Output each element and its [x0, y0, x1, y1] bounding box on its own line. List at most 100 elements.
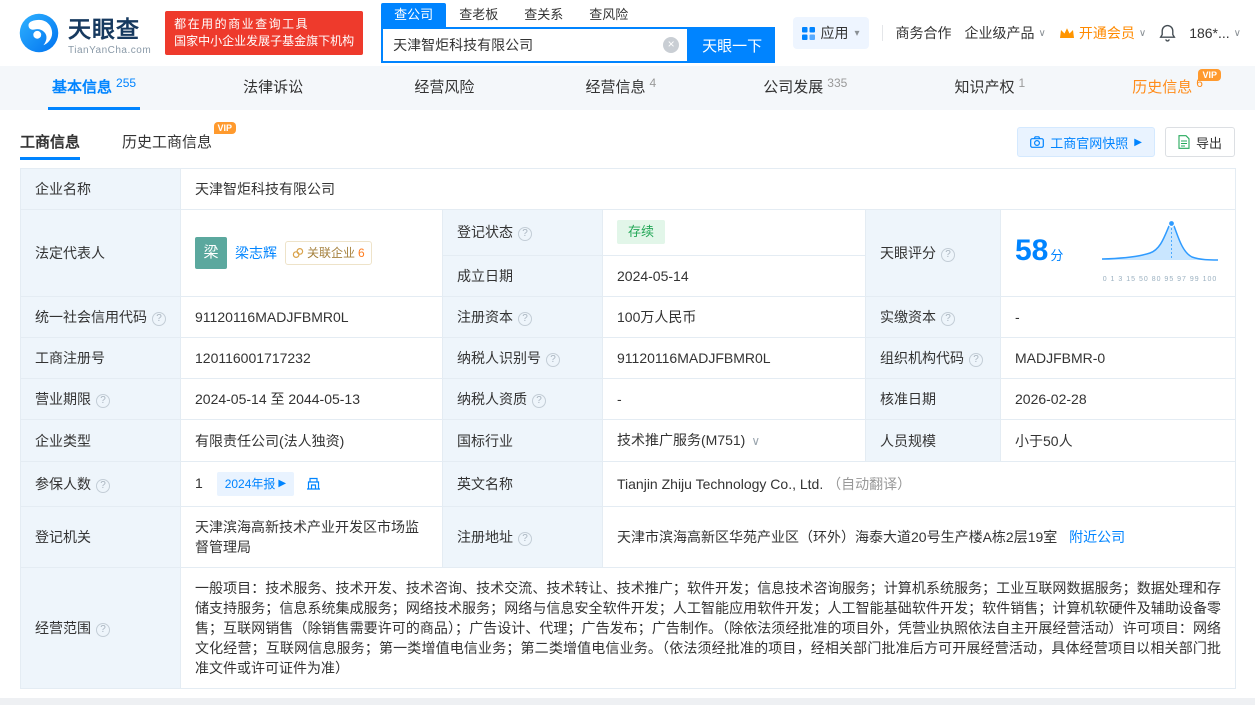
value-establish-date: 2024-05-14: [602, 254, 866, 298]
help-icon[interactable]: ?: [152, 312, 166, 326]
tab-operation-info[interactable]: 经营信息 4: [581, 66, 660, 110]
subtab-history-business-info[interactable]: 历史工商信息 VIP: [122, 121, 237, 164]
label-english-name: 英文名称: [442, 461, 603, 507]
account-phone-menu[interactable]: 186*... ∨: [1189, 25, 1241, 41]
value-company-type: 有限责任公司(法人独资): [180, 419, 443, 462]
camera-icon: [1030, 136, 1045, 148]
score-axis-labels: 0 1 3 15 50 80 95 97 99 100: [1102, 276, 1218, 283]
chevron-down-icon: ∨: [1038, 27, 1046, 39]
tab-label: 历史信息: [1132, 79, 1193, 96]
vip-upgrade-label: 开通会员: [1078, 25, 1135, 41]
help-icon[interactable]: ?: [96, 479, 110, 493]
value-industry[interactable]: 技术推广服务(M751) ∨: [602, 419, 866, 462]
tab-label: 经营风险: [414, 79, 475, 96]
search-tab-relation[interactable]: 查关系: [511, 3, 576, 27]
value-company-name: 天津智炬科技有限公司: [179, 168, 1237, 210]
search-button[interactable]: 天眼一下: [689, 27, 776, 63]
company-info-table: 企业名称 天津智炬科技有限公司 法定代表人 梁 梁志辉 关联企业 6 登记状态?…: [20, 168, 1237, 689]
search-tab-risk[interactable]: 查风险: [576, 3, 641, 27]
tab-basic-info[interactable]: 基本信息 255: [48, 66, 141, 110]
chevron-down-icon: ∨: [1138, 27, 1147, 39]
enterprise-product-link[interactable]: 企业级产品 ∨: [965, 23, 1046, 43]
nearby-companies-link[interactable]: 附近公司: [1069, 529, 1125, 545]
notification-bell-icon[interactable]: [1159, 24, 1176, 42]
value-insured-count: 1 2024年报 ▶: [180, 461, 443, 507]
value-score[interactable]: 58 分 0 1 3 15 50 80 95 97 99 100: [999, 209, 1237, 297]
enterprise-product-label: 企业级产品: [964, 25, 1035, 41]
help-icon[interactable]: ?: [518, 312, 532, 326]
help-icon[interactable]: ?: [518, 532, 532, 546]
label-company-name: 企业名称: [20, 168, 181, 210]
tab-intellectual-property[interactable]: 知识产权 1: [950, 66, 1029, 110]
label-industry: 国标行业: [442, 419, 603, 462]
apps-menu[interactable]: 应用 ▾: [792, 17, 869, 49]
logo-domain: TianYanCha.com: [68, 45, 152, 56]
apps-label: 应用: [820, 25, 849, 41]
clear-search-icon[interactable]: ×: [663, 37, 680, 53]
header-right-nav: 应用 ▾ 商务合作 企业级产品 ∨ 开通会员 ∨ 186*... ∨: [792, 17, 1241, 49]
tianyancha-logo-icon: [19, 13, 59, 53]
row-authority-address: 登记机关 天津滨海高新技术产业开发区市场监督管理局 注册地址? 天津市滨海高新区…: [20, 506, 1237, 568]
label-taxpayer-quality: 纳税人资质?: [442, 378, 603, 420]
chevron-down-icon[interactable]: ∨: [751, 434, 760, 448]
tab-history-info[interactable]: 历史信息 6 VIP: [1128, 66, 1221, 110]
related-companies-badge[interactable]: 关联企业 6: [285, 241, 372, 265]
crown-icon: [1059, 28, 1074, 38]
value-taxpayer-quality: -: [602, 378, 866, 420]
label-reg-number: 工商注册号: [20, 337, 181, 379]
grid-icon: [801, 26, 815, 40]
tab-legal-proceedings[interactable]: 法律诉讼: [239, 66, 311, 110]
legal-rep-avatar[interactable]: 梁: [195, 237, 227, 269]
status-badge: 存续: [617, 220, 666, 245]
value-legal-rep: 梁 梁志辉 关联企业 6: [180, 209, 443, 297]
search-tab-company[interactable]: 查公司: [381, 3, 447, 27]
label-paid-capital: 实缴资本?: [865, 296, 1001, 338]
insured-history-icon[interactable]: [306, 476, 321, 490]
tab-company-development[interactable]: 公司发展 335: [759, 66, 851, 110]
help-icon[interactable]: ?: [518, 227, 532, 242]
value-credit-code: 91120116MADJFBMR0L: [180, 296, 443, 338]
promo-line-1: 都在用的商业查询工具: [174, 17, 310, 31]
label-insured-count: 参保人数?: [20, 461, 181, 507]
label-legal-rep: 法定代表人: [20, 209, 181, 297]
subbar-actions: 工商官网快照 ▶ 导出: [1017, 127, 1235, 165]
tianyancha-logo[interactable]: 天眼查 TianYanCha.com: [18, 10, 151, 56]
value-reg-status: 存续: [602, 209, 866, 256]
help-icon[interactable]: ?: [546, 353, 560, 367]
label-score: 天眼评分?: [865, 209, 1001, 297]
legal-rep-name-link[interactable]: 梁志辉: [235, 243, 277, 263]
account-phone-label: 186*...: [1189, 25, 1230, 41]
row-company-name: 企业名称 天津智炬科技有限公司: [20, 168, 1237, 210]
help-icon[interactable]: ?: [969, 353, 983, 367]
annual-report-badge[interactable]: 2024年报 ▶: [216, 472, 295, 496]
export-button[interactable]: 导出: [1164, 127, 1235, 157]
tab-label: 公司发展: [763, 79, 824, 96]
vip-upgrade-link[interactable]: 开通会员 ∨: [1059, 23, 1146, 43]
chain-link-icon: [292, 248, 304, 258]
page-footer-strip: [0, 698, 1255, 705]
subtab-business-info[interactable]: 工商信息: [20, 129, 81, 164]
value-taxpayer-id: 91120116MADJFBMR0L: [602, 337, 866, 379]
label-staff-size: 人员规模: [865, 419, 1001, 462]
value-business-term: 2024-05-14 至 2044-05-13: [180, 378, 443, 420]
score-distribution-chart: 0 1 3 15 50 80 95 97 99 100: [1099, 216, 1221, 290]
search-input[interactable]: [383, 29, 658, 61]
tab-operational-risk[interactable]: 经营风险: [410, 66, 482, 110]
label-org-code: 组织机构代码?: [865, 337, 1001, 379]
help-icon[interactable]: ?: [941, 248, 955, 262]
value-reg-address: 天津市滨海高新区华苑产业区（环外）海泰大道20号生产楼A栋2层19室 附近公司: [601, 506, 1237, 568]
value-reg-authority: 天津滨海高新技术产业开发区市场监督管理局: [180, 506, 443, 568]
company-section-tabs: 基本信息 255 法律诉讼 经营风险 经营信息 4 公司发展 335 知识产权 …: [0, 66, 1255, 110]
help-icon[interactable]: ?: [532, 394, 546, 408]
help-icon[interactable]: ?: [96, 394, 110, 408]
help-icon[interactable]: ?: [96, 623, 110, 637]
search-tab-boss[interactable]: 查老板: [446, 3, 511, 27]
chevron-down-icon: ∨: [1233, 27, 1241, 39]
annual-report-label: 2024年报: [224, 477, 276, 491]
help-icon[interactable]: ?: [941, 312, 955, 326]
label-reg-capital: 注册资本?: [442, 296, 603, 338]
snapshot-button[interactable]: 工商官网快照 ▶: [1017, 127, 1155, 157]
business-cooperation-link[interactable]: 商务合作: [896, 23, 952, 43]
label-establish-date: 成立日期: [442, 254, 603, 298]
divider: [881, 25, 883, 41]
